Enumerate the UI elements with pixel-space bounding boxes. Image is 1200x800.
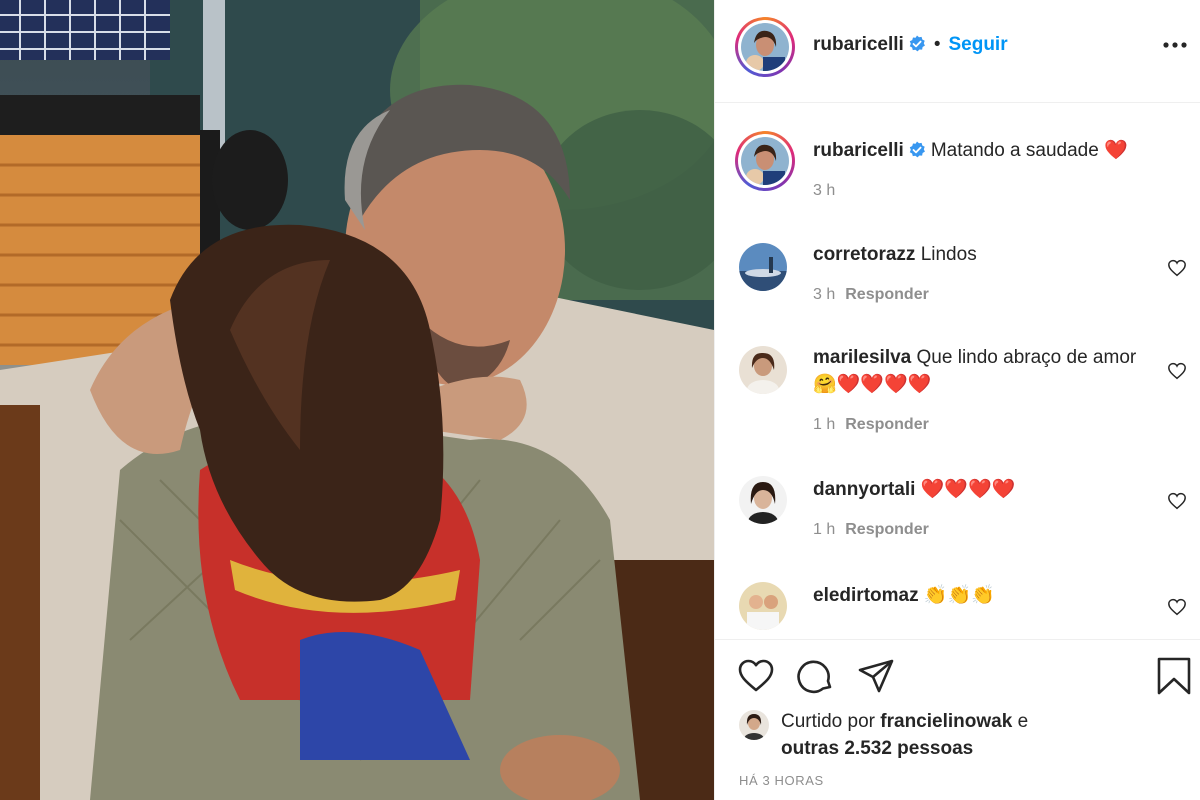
comment-text: Lindos <box>920 244 977 265</box>
heart-outline-icon[interactable] <box>737 657 775 695</box>
comment-body: marilesilva Que lindo abraço de amor 🤗❤️… <box>813 344 1143 434</box>
author-avatar[interactable] <box>735 17 795 77</box>
commenter-avatar[interactable] <box>739 476 787 524</box>
comment-time: 1 h <box>813 521 836 538</box>
comment-username[interactable]: corretorazz <box>813 244 915 265</box>
post-timestamp[interactable]: HÁ 3 HORAS <box>739 773 824 788</box>
paper-plane-icon[interactable] <box>857 657 895 695</box>
bookmark-icon[interactable] <box>1155 657 1193 695</box>
liker-avatar[interactable] <box>739 710 769 740</box>
ellipsis-icon[interactable] <box>1163 40 1187 50</box>
post-photo[interactable] <box>0 0 714 800</box>
photo-illustration <box>0 0 714 800</box>
comment-username[interactable]: dannyortali <box>813 479 915 500</box>
follow-button[interactable]: Seguir <box>948 34 1007 55</box>
likes-text: Curtido por francielinowak e outras 2.53… <box>781 708 1181 762</box>
comment-meta: 1 h Responder <box>813 521 1153 539</box>
reply-button[interactable]: Responder <box>845 416 929 433</box>
comment-body: eledirtomaz 👏👏👏 <box>813 582 1153 609</box>
comment-line: corretorazz Lindos <box>813 241 1153 268</box>
caption-time: 3 h <box>813 182 836 199</box>
post-header: rubaricelli • Seguir <box>715 0 1200 103</box>
comment-meta: 1 h Responder <box>813 416 1143 434</box>
comment-line: eledirtomaz 👏👏👏 <box>813 582 1153 609</box>
comment-like-icon[interactable] <box>1167 259 1187 277</box>
author-username[interactable]: rubaricelli <box>813 34 904 55</box>
comment-like-icon[interactable] <box>1167 492 1187 510</box>
commenter-avatar[interactable] <box>739 582 787 630</box>
comment-like-icon[interactable] <box>1167 362 1187 380</box>
comment-like-icon[interactable] <box>1167 598 1187 616</box>
verified-badge-icon <box>909 35 925 52</box>
comment-bubble-icon[interactable] <box>797 657 835 695</box>
caption-username[interactable]: rubaricelli <box>813 140 904 161</box>
verified-badge-icon <box>909 141 925 158</box>
comment-time: 3 h <box>813 286 836 303</box>
likes-user[interactable]: francielinowak <box>880 711 1012 732</box>
comment-meta: 3 h Responder <box>813 286 1153 304</box>
caption-meta: 3 h <box>813 182 1183 200</box>
comment-body: corretorazz Lindos 3 h Responder <box>813 241 1153 304</box>
comment-emoji: 🤗❤️❤️❤️❤️ <box>813 374 932 395</box>
caption-author-avatar[interactable] <box>735 131 795 191</box>
comment-text: Que lindo abraço de amor <box>916 347 1137 368</box>
comment-username[interactable]: marilesilva <box>813 347 911 368</box>
comment-body: dannyortali ❤️❤️❤️❤️ 1 h Responder <box>813 476 1153 539</box>
likes-others[interactable]: outras 2.532 pessoas <box>781 738 973 759</box>
comment-username[interactable]: eledirtomaz <box>813 585 919 606</box>
caption-emoji: ❤️ <box>1104 140 1128 161</box>
likes-prefix: Curtido por <box>781 711 875 732</box>
comment-time: 1 h <box>813 416 836 433</box>
comment-emoji: 👏👏👏 <box>923 585 995 606</box>
comment-emoji: ❤️❤️❤️❤️ <box>920 479 1016 500</box>
header-separator: • <box>933 34 941 55</box>
comment-line: dannyortali ❤️❤️❤️❤️ <box>813 476 1153 503</box>
caption-body: rubaricelli Matando a saudade ❤️ 3 h <box>813 137 1183 200</box>
comments-list[interactable]: rubaricelli Matando a saudade ❤️ 3 h cor… <box>715 104 1200 638</box>
reply-button[interactable]: Responder <box>845 286 929 303</box>
likes-conj: e <box>1017 711 1029 732</box>
caption-text: Matando a saudade <box>930 140 1099 161</box>
comment-line: marilesilva Que lindo abraço de amor 🤗❤️… <box>813 344 1143 398</box>
header-title-row: rubaricelli • Seguir <box>813 34 1008 56</box>
caption-avatar-image <box>741 137 789 185</box>
commenter-avatar[interactable] <box>739 346 787 394</box>
author-avatar-image <box>741 23 789 71</box>
post-side-panel: rubaricelli • Seguir rubaricelli Matando… <box>714 0 1200 800</box>
commenter-avatar[interactable] <box>739 243 787 291</box>
post-actions: Curtido por francielinowak e outras 2.53… <box>715 639 1200 800</box>
reply-button[interactable]: Responder <box>845 521 929 538</box>
caption-line: rubaricelli Matando a saudade ❤️ <box>813 137 1183 164</box>
